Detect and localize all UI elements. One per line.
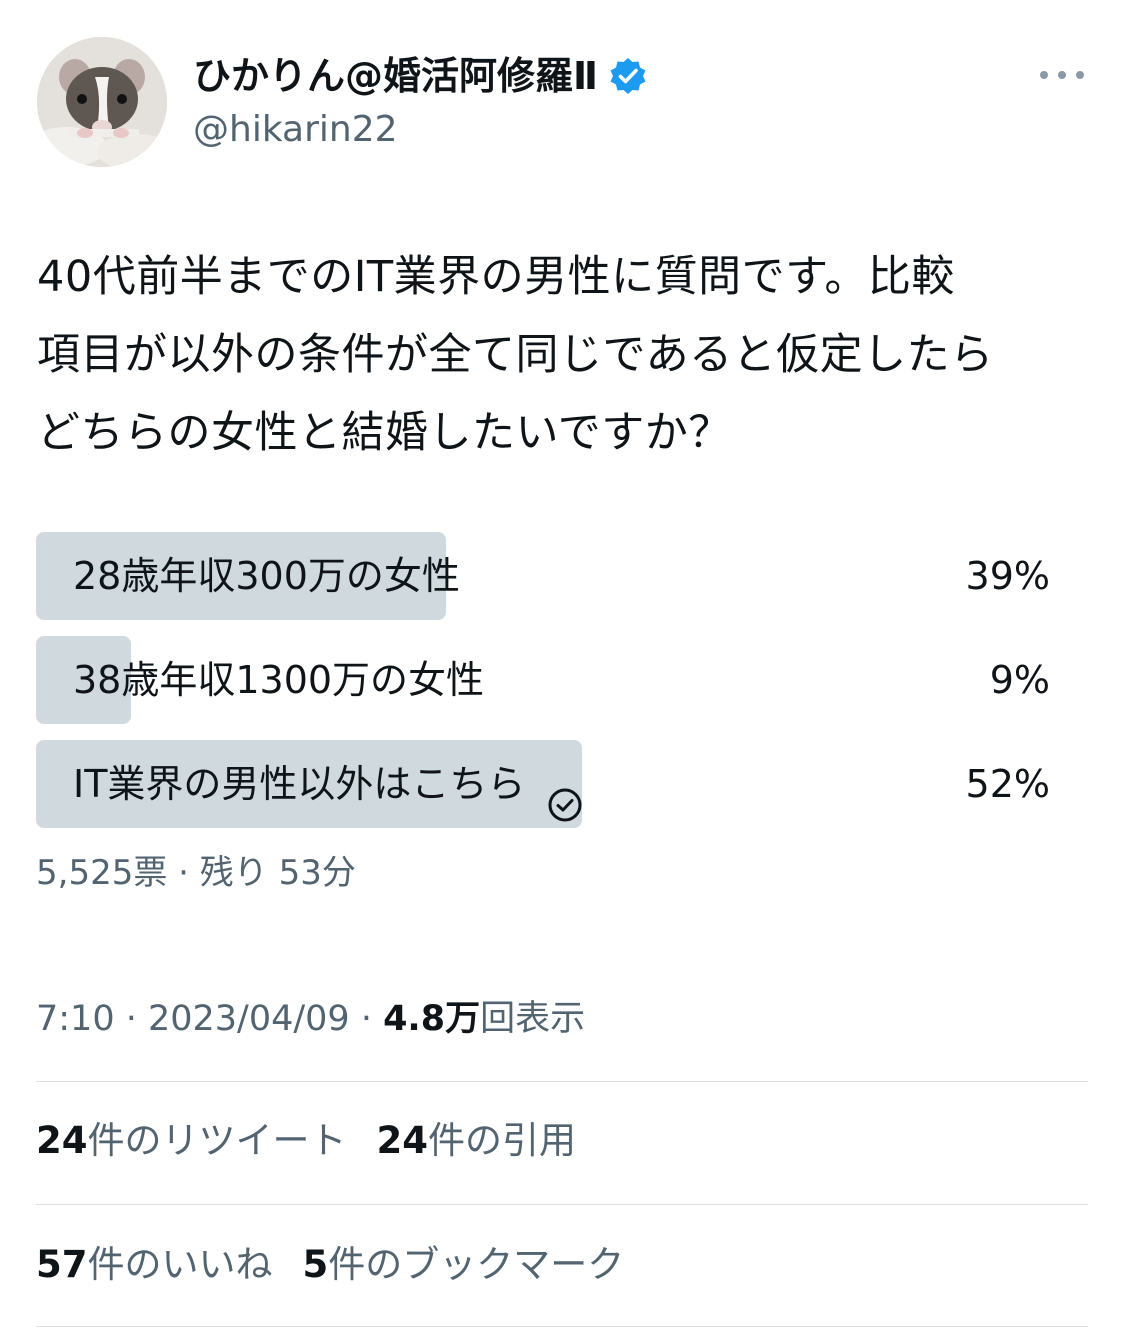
tweet-text-line: 40代前半までのIT業界の男性に質問です。比較 (37, 252, 955, 302)
user-handle[interactable]: @hikarin22 (193, 104, 398, 156)
retweets-count: 24 (36, 1119, 88, 1162)
poll-option-percent: 9% (989, 658, 1050, 702)
check-circle-icon (547, 766, 583, 822)
divider (36, 1204, 1088, 1205)
poll-option: 28歳年収300万の女性 39% (36, 532, 1056, 620)
poll-option-percent: 52% (965, 762, 1050, 806)
tweet-text: 40代前半までのIT業界の男性に質問です。比較 項目が以外の条件が全て同じである… (37, 238, 1097, 472)
tweet-text-line: どちらの女性と結婚したいですか？ (37, 408, 732, 458)
poll-option: 38歳年収1300万の女性 9% (36, 636, 1056, 724)
likes-link[interactable]: 57件のいいね (36, 1243, 273, 1286)
more-options-icon[interactable] (1040, 58, 1084, 92)
verified-badge-icon (608, 56, 648, 96)
display-name[interactable]: ひかりん@婚活阿修羅Ⅱ (193, 48, 598, 104)
poll-option-label: 38歳年収1300万の女性 (73, 658, 485, 702)
poll: 28歳年収300万の女性 39% 38歳年収1300万の女性 9% IT業界の男… (36, 532, 1056, 844)
quotes-count: 24 (376, 1119, 429, 1162)
poll-option-label: IT業界の男性以外はこちら (73, 740, 583, 828)
avatar[interactable] (37, 37, 167, 167)
likes-bookmarks-stats: 57件のいいね 5件のブックマーク (36, 1238, 624, 1292)
divider (36, 1326, 1088, 1327)
quotes-link[interactable]: 24件の引用 (377, 1119, 577, 1162)
tweet-timestamp[interactable]: 7:10 · 2023/04/09 · (36, 999, 383, 1039)
bookmarks-link[interactable]: 5件のブックマーク (303, 1243, 625, 1286)
poll-option: IT業界の男性以外はこちら 52% (36, 740, 1056, 828)
tweet-text-line: 項目が以外の条件が全て同じであると仮定したら (37, 330, 994, 380)
bookmarks-label: 件のブックマーク (328, 1243, 625, 1286)
views-count: 4.8万 (383, 999, 481, 1039)
user-name-row[interactable]: ひかりん@婚活阿修羅Ⅱ (193, 48, 648, 104)
likes-count: 57 (36, 1243, 88, 1286)
divider (36, 1081, 1088, 1082)
views-label: 回表示 (480, 999, 586, 1039)
retweets-link[interactable]: 24件のリツイート (36, 1119, 347, 1162)
bookmarks-count: 5 (302, 1243, 329, 1286)
retweets-label: 件のリツイート (87, 1119, 347, 1162)
poll-option-percent: 39% (965, 554, 1050, 598)
rat-avatar-image (37, 37, 167, 167)
likes-label: 件のいいね (87, 1243, 273, 1286)
retweet-quote-stats: 24件のリツイート 24件の引用 (36, 1114, 576, 1168)
poll-summary: 5,525票 · 残り 53分 (36, 853, 356, 893)
tweet-meta: 7:10 · 2023/04/09 · 4.8万回表示 (36, 994, 585, 1044)
quotes-label: 件の引用 (428, 1119, 576, 1162)
poll-option-label: 28歳年収300万の女性 (73, 554, 460, 598)
